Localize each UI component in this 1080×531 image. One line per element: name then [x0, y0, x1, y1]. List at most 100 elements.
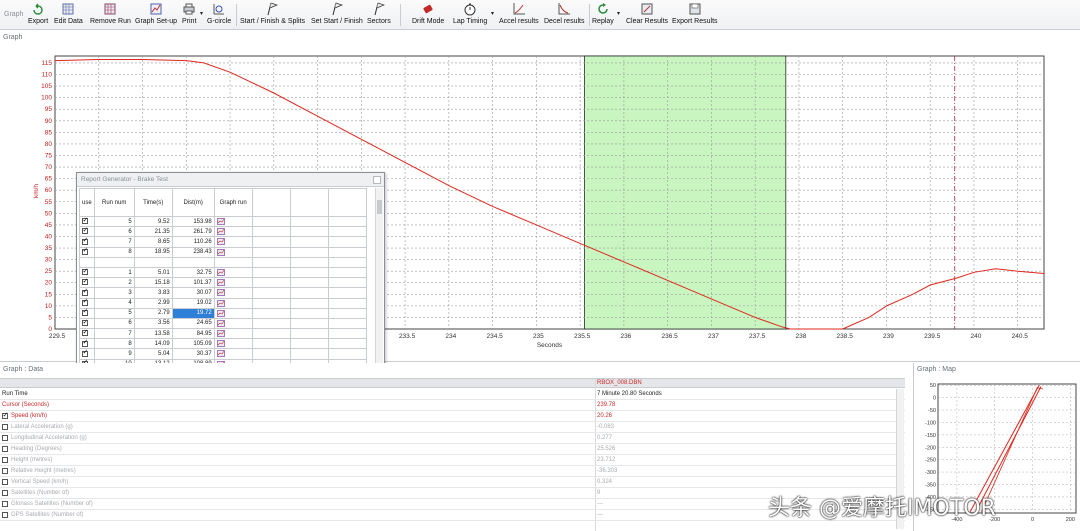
run-num-cell[interactable]: 7 — [93, 328, 135, 340]
data-row[interactable]: Run Time 7 Minute 20.80 Seconds — [0, 389, 905, 400]
report-row[interactable]: 15.0132.75 — [79, 266, 367, 279]
run-num-cell[interactable]: 5 — [93, 215, 135, 228]
sectors-button[interactable]: Sectors — [367, 2, 391, 28]
dist-cell[interactable]: 238.43 — [171, 246, 215, 258]
time-cell[interactable]: 14.09 — [133, 338, 173, 350]
use-checkbox[interactable] — [82, 246, 88, 255]
channel-checkbox[interactable] — [2, 446, 8, 452]
col-header-time[interactable]: Time(s) — [133, 188, 173, 217]
report-row[interactable]: 33.8330.07 — [79, 287, 367, 299]
replay-button[interactable]: Replay — [592, 2, 614, 28]
time-cell[interactable]: 2.99 — [133, 297, 173, 309]
remove-run-button[interactable]: Remove Run — [90, 2, 131, 28]
run-num-cell[interactable]: 9 — [93, 348, 135, 360]
dist-cell[interactable]: 105.09 — [171, 338, 215, 350]
use-checkbox[interactable] — [82, 267, 88, 276]
channel-checkbox[interactable] — [2, 501, 8, 507]
dist-cell[interactable]: 19.72 — [171, 307, 215, 319]
channel-checkbox[interactable] — [2, 479, 8, 485]
dist-cell[interactable]: 84.95 — [171, 328, 215, 340]
graph-run-icon[interactable] — [216, 350, 225, 358]
graph-run-icon[interactable] — [216, 248, 225, 256]
graph-run-icon[interactable] — [216, 309, 225, 317]
use-checkbox[interactable] — [82, 226, 88, 235]
dist-cell[interactable]: 24.65 — [171, 317, 215, 330]
export-button[interactable]: Export — [28, 2, 48, 28]
time-cell[interactable]: 13.58 — [133, 328, 173, 340]
report-row[interactable]: 621.35261.79 — [79, 226, 367, 238]
run-num-cell[interactable]: 3 — [93, 287, 135, 299]
time-cell[interactable]: 5.01 — [133, 266, 173, 279]
time-cell[interactable]: 3.83 — [133, 287, 173, 299]
time-cell[interactable]: 2.79 — [133, 307, 173, 319]
time-cell[interactable]: 8.65 — [133, 236, 173, 248]
data-row[interactable]: Lateral Acceleration (g) -0.083 — [0, 422, 905, 433]
data-row[interactable]: Longitudinal Acceleration (g) 0.277 — [0, 433, 905, 444]
graph-setup-button[interactable]: Graph Set-up — [135, 2, 177, 28]
dist-cell[interactable]: 101.37 — [171, 277, 215, 289]
decel-results-button[interactable]: Decel results — [544, 2, 584, 28]
data-row[interactable]: Cursor (Seconds) 239.78 — [0, 400, 905, 411]
use-checkbox[interactable] — [82, 338, 88, 347]
use-checkbox[interactable] — [82, 328, 88, 337]
print-button[interactable]: Print — [182, 2, 196, 28]
run-num-cell[interactable]: 2 — [93, 277, 135, 289]
data-row[interactable]: Height (metres) 23.712 — [0, 455, 905, 466]
dist-cell[interactable] — [171, 256, 215, 268]
run-num-cell[interactable]: 6 — [93, 317, 135, 330]
channel-checkbox[interactable] — [2, 424, 8, 430]
use-checkbox[interactable] — [82, 287, 88, 296]
report-row[interactable]: 42.9919.02 — [79, 297, 367, 309]
report-row[interactable]: 52.7919.72 — [79, 307, 367, 319]
report-row[interactable]: 215.18101.37 — [79, 277, 367, 289]
dist-cell[interactable]: 153.98 — [171, 215, 215, 228]
graph-run-icon[interactable] — [216, 238, 225, 246]
dist-cell[interactable]: 32.75 — [171, 266, 215, 279]
graph-run-icon[interactable] — [216, 299, 225, 307]
channel-checkbox[interactable] — [2, 435, 8, 441]
run-num-cell[interactable] — [93, 256, 135, 268]
dist-cell[interactable]: 30.07 — [171, 287, 215, 299]
use-checkbox[interactable] — [82, 348, 88, 357]
graph-run-icon[interactable] — [216, 269, 225, 276]
export-results-button[interactable]: Export Results — [672, 2, 718, 28]
data-row[interactable]: Vertical Speed (km/h) 0.324 — [0, 477, 905, 488]
col-header-graph-run[interactable]: Graph run — [213, 188, 253, 217]
report-row[interactable]: 95.0430.37 — [79, 348, 367, 360]
lap-timing-button[interactable]: Lap Timing — [453, 2, 487, 28]
report-row[interactable]: 78.65110.26 — [79, 236, 367, 248]
run-num-cell[interactable]: 8 — [93, 246, 135, 258]
report-row[interactable] — [79, 256, 367, 268]
use-checkbox[interactable] — [82, 236, 88, 245]
print-dropdown-icon[interactable]: ▾ — [200, 10, 203, 17]
channel-checkbox[interactable] — [2, 457, 8, 463]
use-checkbox[interactable] — [82, 277, 88, 286]
start-finish-splits-button[interactable]: Start / Finish & Splits — [240, 2, 305, 28]
channel-checkbox[interactable] — [2, 490, 8, 496]
report-close-button[interactable] — [373, 176, 381, 184]
data-row[interactable]: Relative Height (metres) -36.303 — [0, 466, 905, 477]
graph-run-icon[interactable] — [216, 289, 225, 297]
lap-timing-dropdown-icon[interactable]: ▾ — [491, 10, 494, 17]
graph-run-icon[interactable] — [216, 228, 225, 236]
col-header-dist[interactable]: Dist(m) — [171, 188, 215, 217]
time-cell[interactable]: 3.56 — [133, 317, 173, 330]
run-num-cell[interactable]: 8 — [93, 338, 135, 350]
col-header-run-num[interactable]: Run num — [93, 188, 135, 217]
scroll-thumb[interactable] — [377, 200, 382, 214]
clear-results-button[interactable]: Clear Results — [626, 2, 668, 28]
data-row[interactable]: Speed (km/h) 20.26 — [0, 411, 905, 422]
dist-cell[interactable]: 30.37 — [171, 348, 215, 360]
time-cell[interactable]: 18.95 — [133, 246, 173, 258]
report-row[interactable]: 59.52153.98 — [79, 215, 367, 228]
time-cell[interactable]: 5.04 — [133, 348, 173, 360]
edit-data-button[interactable]: Edit Data — [54, 2, 83, 28]
time-cell[interactable] — [133, 256, 173, 268]
channel-checkbox[interactable] — [2, 411, 8, 419]
dist-cell[interactable]: 19.02 — [171, 297, 215, 309]
run-num-cell[interactable]: 4 — [93, 297, 135, 309]
drift-mode-button[interactable]: Drift Mode — [412, 2, 444, 28]
run-num-cell[interactable]: 5 — [93, 307, 135, 319]
channel-checkbox[interactable] — [2, 468, 8, 474]
dist-cell[interactable]: 261.79 — [171, 226, 215, 238]
